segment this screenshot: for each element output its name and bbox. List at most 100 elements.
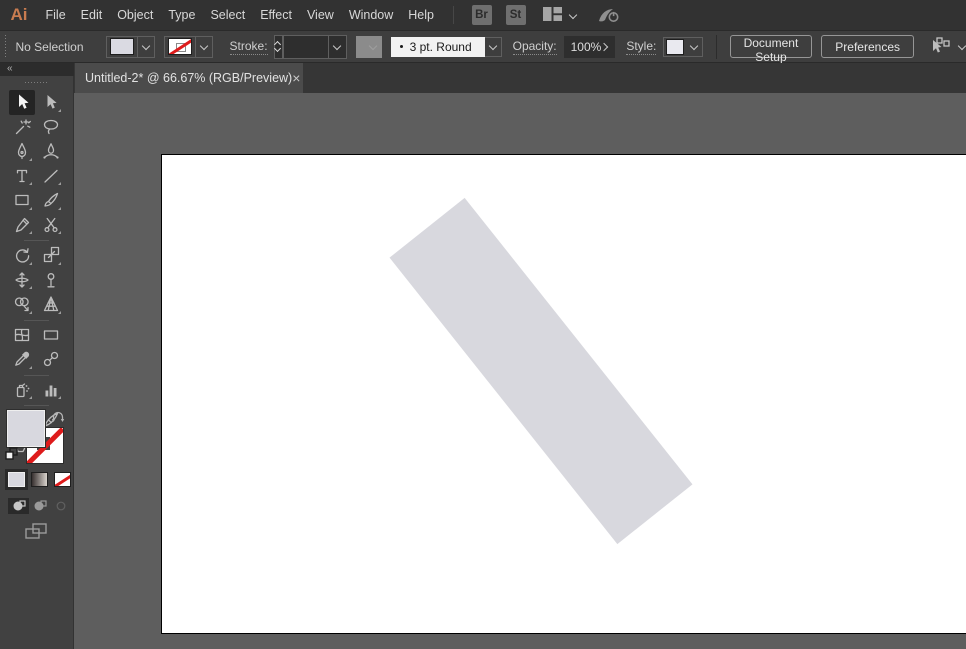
tool-scale[interactable] (38, 243, 64, 268)
tool-pen[interactable] (9, 139, 35, 164)
tool-shaper[interactable] (9, 213, 35, 238)
none-button[interactable] (54, 472, 71, 487)
tools-panel-collapse[interactable]: « (0, 63, 74, 76)
swap-fill-stroke-icon[interactable] (51, 411, 66, 427)
chevron-down-icon (369, 42, 378, 51)
tool-magic-wand[interactable] (9, 115, 35, 140)
illustrator-window: Ai File Edit Object Type Select Effect V… (0, 0, 966, 649)
select-similar-dropdown[interactable] (929, 36, 966, 57)
none-slash (168, 39, 191, 54)
chevron-right-icon[interactable] (601, 42, 610, 51)
tool-shape-builder[interactable] (9, 292, 35, 317)
panel-drag-grip[interactable] (4, 34, 6, 59)
menu-object[interactable]: Object (110, 0, 161, 30)
menu-view[interactable]: View (299, 0, 341, 30)
menu-select[interactable]: Select (203, 0, 253, 30)
stroke-weight-dropdown[interactable] (282, 34, 347, 59)
tool-scissors[interactable] (38, 213, 64, 238)
brush-definition-dropdown[interactable]: 3 pt. Round (390, 36, 502, 58)
stroke-weight-stepper[interactable] (273, 34, 283, 59)
chevron-down-icon (690, 42, 699, 51)
chevron-down-icon (569, 11, 578, 20)
document-tab-title: Untitled-2* @ 66.67% (RGB/Preview) (85, 71, 293, 85)
gradient-button[interactable] (31, 472, 48, 487)
tool-selection[interactable] (9, 90, 35, 115)
tools-panel-grip[interactable] (24, 81, 49, 86)
menubar-separator (452, 6, 454, 24)
chevron-down-icon (333, 42, 342, 51)
none-slash (55, 474, 70, 486)
chevron-down-icon (141, 42, 150, 51)
tool-eyedropper[interactable] (9, 347, 35, 372)
tool-rectangle[interactable] (9, 188, 35, 213)
draw-behind-icon[interactable] (29, 498, 50, 514)
tool-curvature[interactable] (38, 139, 64, 164)
stroke-color-dropdown[interactable] (163, 35, 213, 58)
tool-puppet-warp[interactable] (38, 268, 64, 293)
drawing-mode-row (8, 498, 71, 514)
menu-help[interactable]: Help (401, 0, 442, 30)
opacity-value: 100% (570, 39, 602, 54)
control-bar: No Selection Stroke: 3 pt. Round Opacity… (0, 30, 966, 64)
fill-swatch[interactable] (109, 38, 134, 55)
tool-width[interactable] (9, 268, 35, 293)
tool-direct-selection[interactable] (38, 90, 64, 115)
color-button[interactable] (8, 472, 25, 487)
draw-inside-icon (50, 498, 71, 514)
tool-symbol-sprayer[interactable] (9, 378, 35, 403)
brush-definition-value: 3 pt. Round (409, 39, 472, 54)
style-label[interactable]: Style: (626, 39, 657, 55)
select-similar-icon (929, 36, 951, 57)
fill-color-proxy[interactable] (7, 410, 45, 447)
opacity-field[interactable]: 100% (563, 35, 616, 58)
tool-lasso[interactable] (38, 115, 64, 140)
paint-mode-row (8, 472, 71, 487)
app-logo: Ai (10, 5, 28, 24)
chevron-down-icon (488, 42, 497, 51)
tools-panel (0, 76, 74, 649)
default-fill-stroke-icon[interactable] (5, 447, 19, 464)
tool-rotate[interactable] (9, 243, 35, 268)
bridge-button[interactable]: Br (471, 5, 492, 25)
tool-grid (0, 90, 73, 457)
menu-window[interactable]: Window (341, 0, 400, 30)
menu-effect[interactable]: Effect (253, 0, 300, 30)
stroke-panel-link[interactable]: Stroke: (229, 39, 268, 55)
tab-close-icon[interactable]: × (292, 71, 300, 85)
menu-file[interactable]: File (38, 0, 73, 30)
brush-stroke-preview (399, 45, 403, 48)
menu-type[interactable]: Type (161, 0, 203, 30)
stepper-down-icon[interactable] (275, 47, 282, 52)
draw-normal-icon[interactable] (8, 498, 29, 514)
menu-edit[interactable]: Edit (73, 0, 110, 30)
document-tab-bar: Untitled-2* @ 66.67% (RGB/Preview) × (74, 63, 966, 93)
tool-mesh[interactable] (9, 323, 35, 348)
stroke-weight-value[interactable] (284, 36, 328, 58)
document-setup-button[interactable]: Document Setup (729, 35, 813, 64)
tool-column-graph[interactable] (38, 378, 64, 403)
tool-gradient[interactable] (38, 323, 64, 348)
graphic-style-dropdown[interactable] (663, 36, 704, 57)
variable-width-profile-dropdown (355, 35, 382, 58)
canvas-area[interactable] (74, 93, 966, 649)
screen-mode-icon[interactable] (24, 521, 50, 544)
style-swatch (666, 38, 685, 55)
document-tab[interactable]: Untitled-2* @ 66.67% (RGB/Preview) × (75, 63, 303, 93)
chevron-down-icon (199, 42, 208, 51)
chevron-down-icon (957, 42, 966, 51)
fill-color-dropdown[interactable] (105, 35, 155, 58)
workspace-layout-icon (542, 6, 563, 25)
tool-perspective-grid[interactable] (38, 292, 64, 317)
stroke-swatch[interactable] (167, 38, 192, 55)
tool-line-segment[interactable] (38, 164, 64, 189)
menubar: Ai File Edit Object Type Select Effect V… (0, 0, 966, 30)
gpu-performance-icon[interactable] (595, 5, 621, 25)
tool-paintbrush[interactable] (38, 188, 64, 213)
tool-type[interactable] (9, 164, 35, 189)
tool-blend[interactable] (38, 347, 64, 372)
workspace-switcher[interactable] (542, 6, 578, 25)
double-chevron-left-icon: « (7, 63, 13, 74)
stock-button[interactable]: St (505, 5, 526, 25)
opacity-panel-link[interactable]: Opacity: (512, 39, 557, 55)
preferences-button[interactable]: Preferences (821, 35, 914, 58)
